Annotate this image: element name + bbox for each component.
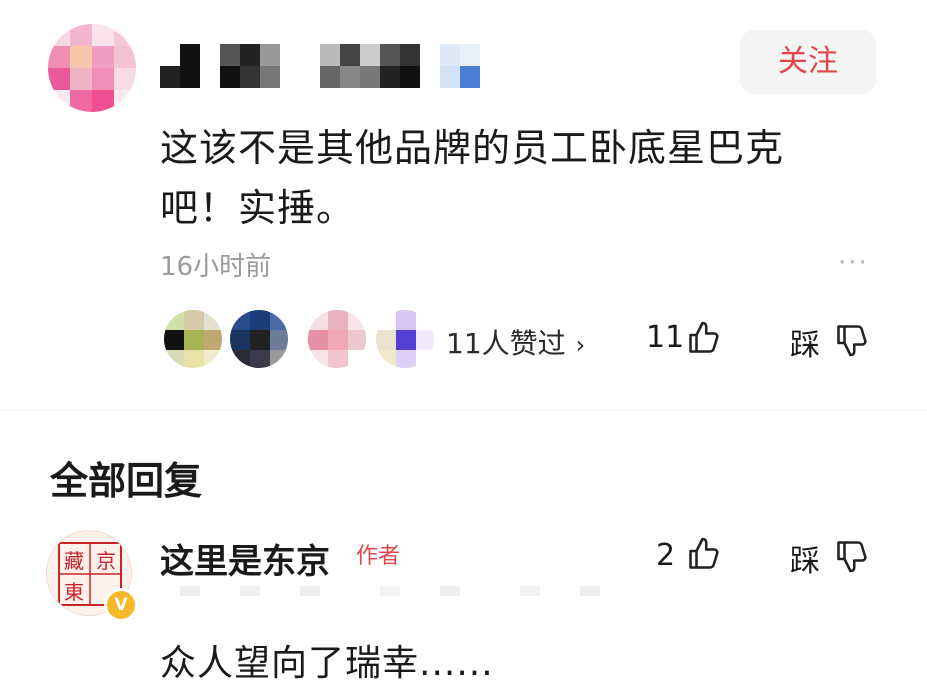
liker-avatar: [230, 310, 288, 368]
likers-avatars[interactable]: [164, 310, 434, 368]
reply-author-name[interactable]: 这里是东京: [160, 534, 330, 583]
reply-text: 众人望向了瑞幸......: [160, 643, 494, 684]
svg-text:京: 京: [96, 549, 116, 573]
dislike-label: 踩: [790, 328, 820, 363]
reply-dislike-label: 踩: [790, 544, 820, 579]
comment-timestamp: 16小时前: [160, 252, 272, 282]
more-dots-icon[interactable]: ···: [838, 248, 869, 278]
follow-button[interactable]: 关注: [740, 30, 876, 94]
comment-text: 这该不是其他品牌的员工卧底星巴克 吧！实捶。: [160, 118, 840, 238]
verified-badge-icon: V: [104, 588, 138, 622]
liker-avatar: [164, 310, 222, 368]
thumbs-down-icon[interactable]: [834, 538, 870, 574]
all-replies-heading: 全部回复: [50, 459, 203, 503]
chevron-right-icon: ›: [575, 331, 586, 359]
likers-count-link[interactable]: 11人赞过 ›: [446, 322, 585, 362]
svg-text:東: 東: [64, 580, 84, 604]
redacted-strip: [160, 586, 620, 596]
comment-text-line-2: 吧！实捶。: [160, 186, 356, 230]
commenter-avatar[interactable]: [48, 24, 136, 112]
thumbs-up-icon[interactable]: [686, 320, 722, 356]
liker-avatar: [376, 310, 434, 368]
thumbs-up-icon[interactable]: [686, 536, 722, 572]
commenter-name-redacted[interactable]: [160, 44, 500, 88]
svg-text:藏: 藏: [64, 549, 84, 573]
likers-count-label: 11人赞过: [446, 327, 566, 360]
liker-avatar: [308, 310, 366, 368]
thumbs-down-icon[interactable]: [834, 322, 870, 358]
author-tag-badge: 作者: [356, 544, 401, 569]
like-count: 11: [646, 320, 685, 355]
comment-text-line-1: 这该不是其他品牌的员工卧底星巴克: [160, 126, 785, 170]
reply-like-count: 2: [656, 538, 676, 573]
section-divider: [0, 410, 927, 411]
